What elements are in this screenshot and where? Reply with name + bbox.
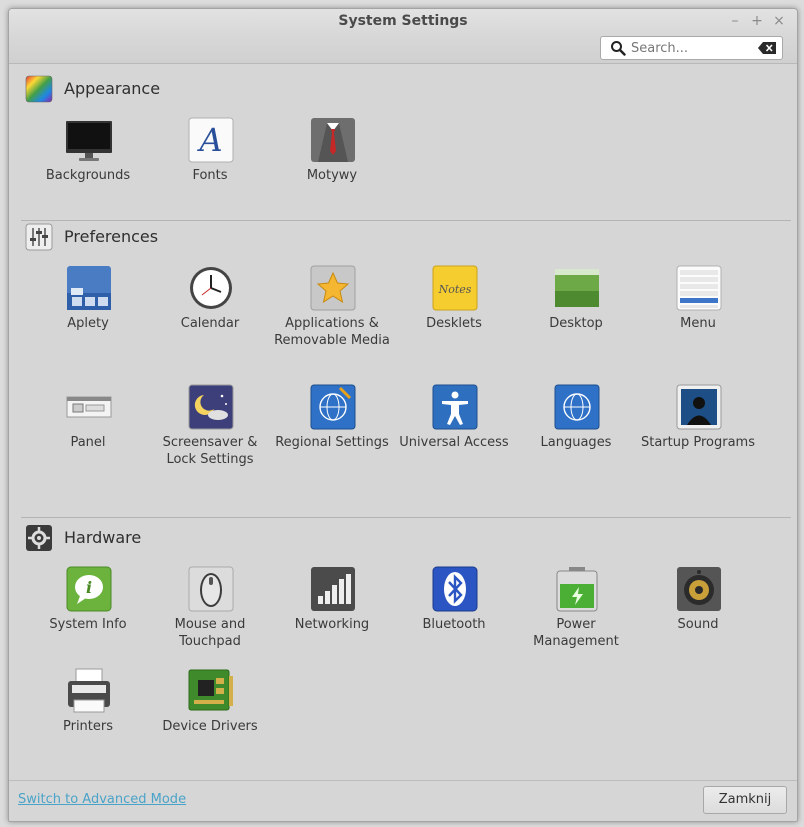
toolbar — [9, 35, 797, 64]
search-icon — [611, 41, 626, 56]
desklets-icon: Notes — [432, 265, 478, 311]
svg-text:i: i — [86, 578, 92, 597]
search-box[interactable] — [600, 36, 783, 60]
settings-item-label: Sound — [677, 617, 719, 632]
desktop-icon — [555, 269, 599, 307]
backgrounds-icon — [66, 121, 112, 161]
sound-icon — [677, 567, 721, 611]
settings-item-universal-access[interactable]: Universal Access — [395, 384, 513, 494]
settings-item-label: Power Management — [533, 617, 619, 649]
settings-item-label: Aplety — [67, 316, 109, 331]
settings-item-sound[interactable]: Sound — [639, 566, 757, 676]
settings-item-desktop[interactable]: Desktop — [517, 265, 635, 375]
settings-item-label: Screensaver & Lock Settings — [162, 435, 258, 467]
removable-media-icon — [310, 265, 356, 311]
bluetooth-icon — [432, 566, 478, 612]
languages-icon — [554, 384, 600, 430]
settings-item-desklets[interactable]: Notes Desklets — [395, 265, 513, 375]
printers-icon — [68, 668, 110, 713]
clear-icon[interactable] — [758, 42, 776, 54]
settings-item-device-drivers[interactable]: Device Drivers — [151, 668, 269, 778]
settings-item-label: Desklets — [426, 316, 482, 331]
settings-item-label: Panel — [70, 435, 106, 450]
applets-icon — [67, 266, 111, 310]
system-settings-window: System Settings – + × Search... Appearan… — [8, 8, 798, 822]
settings-item-label: Calendar — [180, 316, 240, 331]
window-title: System Settings — [338, 13, 468, 29]
settings-item-system-info[interactable]: i System Info — [29, 566, 147, 676]
themes-icon — [311, 118, 355, 162]
minimize-button[interactable]: – — [726, 12, 744, 30]
settings-item-calendar[interactable]: Calendar — [151, 265, 269, 375]
calendar-icon — [190, 267, 232, 309]
settings-item-label: Regional Settings — [275, 435, 389, 450]
appearance-icon — [25, 75, 53, 103]
settings-item-label: Networking — [294, 617, 370, 632]
settings-item-mouse[interactable]: Mouse and Touchpad — [151, 566, 269, 676]
settings-item-startup-programs[interactable]: Startup Programs — [639, 384, 757, 494]
appearance-title: Appearance — [64, 79, 161, 98]
settings-item-label: Startup Programs — [640, 435, 755, 450]
settings-item-power[interactable]: Power Management — [517, 566, 635, 676]
preferences-title: Preferences — [64, 227, 159, 246]
settings-item-label: Fonts — [192, 168, 228, 183]
maximize-button[interactable]: + — [748, 12, 766, 30]
power-icon — [556, 567, 598, 612]
title-bar[interactable]: System Settings – + × — [9, 9, 797, 35]
settings-item-label: Applications & Removable Media — [274, 316, 390, 348]
settings-item-themes[interactable]: Motywy — [273, 117, 391, 227]
regional-settings-icon — [310, 384, 356, 430]
device-drivers-icon — [188, 669, 233, 711]
settings-item-label: Backgrounds — [45, 168, 131, 183]
footer-divider — [9, 780, 797, 781]
settings-item-fonts[interactable]: A Fonts — [151, 117, 269, 227]
panel-icon — [66, 396, 112, 418]
svg-text:Notes: Notes — [438, 283, 472, 296]
settings-content: Appearance Backgrounds A Fonts Motywy Pr… — [9, 64, 797, 780]
networking-icon — [311, 567, 355, 611]
section-divider — [21, 517, 791, 518]
settings-item-label: Desktop — [549, 316, 603, 331]
system-info-icon: i — [66, 566, 112, 612]
fonts-icon: A — [188, 117, 234, 163]
universal-access-icon — [432, 384, 478, 430]
settings-item-label: Device Drivers — [162, 719, 258, 734]
settings-item-printers[interactable]: Printers — [29, 668, 147, 778]
settings-item-languages[interactable]: Languages — [517, 384, 635, 494]
startup-programs-icon — [676, 384, 722, 430]
settings-item-label: Bluetooth — [422, 617, 486, 632]
preferences-icon — [25, 223, 53, 251]
settings-item-applets[interactable]: Aplety — [29, 265, 147, 375]
settings-item-label: Menu — [680, 316, 716, 331]
section-divider — [21, 220, 791, 221]
advanced-mode-link[interactable]: Switch to Advanced Mode — [18, 792, 186, 807]
settings-item-networking[interactable]: Networking — [273, 566, 391, 676]
settings-item-label: Printers — [62, 719, 114, 734]
hardware-title: Hardware — [64, 528, 142, 547]
screensaver-icon — [188, 384, 234, 430]
settings-item-backgrounds[interactable]: Backgrounds — [29, 117, 147, 227]
settings-item-label: System Info — [49, 617, 127, 632]
mouse-icon — [188, 566, 234, 612]
settings-item-screensaver[interactable]: Screensaver & Lock Settings — [151, 384, 269, 494]
settings-item-bluetooth[interactable]: Bluetooth — [395, 566, 513, 676]
close-button[interactable]: Zamknij — [703, 786, 787, 814]
settings-item-menu[interactable]: Menu — [639, 265, 757, 375]
settings-item-label: Languages — [540, 435, 612, 450]
menu-icon — [676, 265, 722, 311]
close-window-button[interactable]: × — [770, 12, 788, 30]
settings-item-removable-media[interactable]: Applications & Removable Media — [273, 265, 391, 375]
settings-item-label: Universal Access — [399, 435, 509, 450]
hardware-icon — [26, 525, 52, 551]
settings-item-label: Motywy — [306, 168, 358, 183]
svg-text:A: A — [196, 121, 222, 159]
settings-item-regional-settings[interactable]: Regional Settings — [273, 384, 391, 494]
settings-item-panel[interactable]: Panel — [29, 384, 147, 494]
search-input[interactable] — [631, 37, 751, 59]
settings-item-label: Mouse and Touchpad — [174, 617, 246, 649]
